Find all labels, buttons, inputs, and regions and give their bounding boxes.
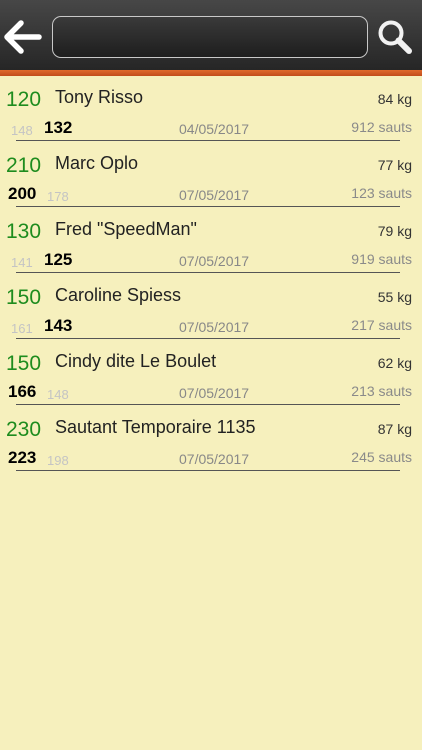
list-item[interactable]: 150 Caroline Spiess 55 kg 161 143 07/05/… xyxy=(0,274,422,340)
item-number: 230 xyxy=(6,418,42,441)
item-jumps: 123 sauts xyxy=(351,185,412,201)
item-number: 130 xyxy=(6,220,42,243)
item-name: Caroline Spiess xyxy=(55,285,182,305)
item-date: 07/05/2017 xyxy=(179,385,250,401)
item-name: Marc Oplo xyxy=(55,153,139,173)
row-divider xyxy=(16,470,400,471)
item-primary-value: 125 xyxy=(44,250,73,269)
magnifier-icon xyxy=(378,20,412,54)
jumper-list: 120 Tony Risso 84 kg 148 132 04/05/2017 … xyxy=(0,76,422,472)
item-secondary-value: 141 xyxy=(11,255,33,270)
item-weight: 79 kg xyxy=(377,223,412,239)
item-name: Sautant Temporaire 1135 xyxy=(55,417,256,437)
item-number: 150 xyxy=(6,286,42,309)
item-date: 07/05/2017 xyxy=(179,451,250,467)
item-primary-value: 200 xyxy=(8,184,37,203)
arrow-left-icon xyxy=(4,20,42,54)
row-divider xyxy=(16,338,400,339)
item-primary-value: 166 xyxy=(8,382,37,401)
search-button[interactable] xyxy=(376,18,414,56)
item-weight: 84 kg xyxy=(377,91,412,107)
item-date: 04/05/2017 xyxy=(179,121,250,137)
item-secondary-value: 161 xyxy=(11,321,33,336)
item-number: 120 xyxy=(6,88,42,111)
item-primary-value: 132 xyxy=(44,118,73,137)
row-divider xyxy=(16,206,400,207)
item-date: 07/05/2017 xyxy=(179,253,250,269)
item-name: Tony Risso xyxy=(55,87,144,107)
item-number: 150 xyxy=(6,352,42,375)
item-number: 210 xyxy=(6,154,42,177)
item-date: 07/05/2017 xyxy=(179,187,250,203)
item-jumps: 919 sauts xyxy=(351,251,412,267)
list-item[interactable]: 150 Cindy dite Le Boulet 62 kg 166 148 0… xyxy=(0,340,422,406)
item-name: Fred "SpeedMan" xyxy=(55,219,197,239)
row-divider xyxy=(16,140,400,141)
top-bar xyxy=(0,0,422,70)
item-name: Cindy dite Le Boulet xyxy=(55,351,217,371)
item-secondary-value: 148 xyxy=(11,123,33,138)
list-item[interactable]: 120 Tony Risso 84 kg 148 132 04/05/2017 … xyxy=(0,76,422,142)
list-item[interactable]: 130 Fred "SpeedMan" 79 kg 141 125 07/05/… xyxy=(0,208,422,274)
list-item[interactable]: 210 Marc Oplo 77 kg 200 178 07/05/2017 1… xyxy=(0,142,422,208)
row-divider xyxy=(16,404,400,405)
item-date: 07/05/2017 xyxy=(179,319,250,335)
item-jumps: 213 sauts xyxy=(351,383,412,399)
item-secondary-value: 178 xyxy=(47,189,69,204)
item-secondary-value: 148 xyxy=(47,387,69,402)
search-input[interactable] xyxy=(52,16,368,58)
item-weight: 62 kg xyxy=(377,355,412,371)
item-weight: 77 kg xyxy=(377,157,412,173)
item-jumps: 912 sauts xyxy=(351,119,412,135)
item-secondary-value: 198 xyxy=(47,453,69,468)
item-weight: 55 kg xyxy=(377,289,412,305)
row-divider xyxy=(16,272,400,273)
item-jumps: 245 sauts xyxy=(351,449,412,465)
item-primary-value: 223 xyxy=(8,448,37,467)
list-item[interactable]: 230 Sautant Temporaire 1135 87 kg 223 19… xyxy=(0,406,422,472)
item-primary-value: 143 xyxy=(44,316,73,335)
item-weight: 87 kg xyxy=(377,421,412,437)
back-button[interactable] xyxy=(4,20,42,54)
item-jumps: 217 sauts xyxy=(351,317,412,333)
